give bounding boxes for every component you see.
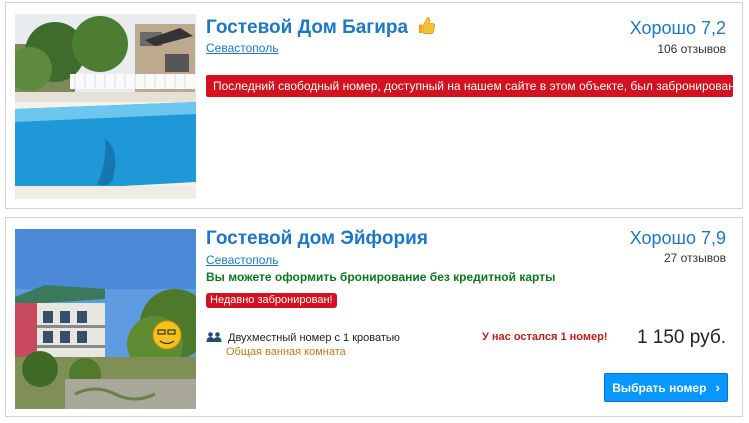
property-photo-pool[interactable]	[15, 14, 196, 199]
people-icon	[206, 329, 222, 347]
property-title[interactable]: Гостевой дом Эйфория	[206, 228, 428, 250]
price: 1 150 руб.	[636, 327, 726, 348]
property-card: Гостевой дом Эйфория Севастополь Хорошо …	[5, 217, 743, 417]
property-photo-house[interactable]	[15, 229, 196, 409]
thumbs-up-icon	[417, 16, 436, 41]
house-photo-image	[15, 229, 196, 409]
chevron-right-icon: ›	[715, 380, 720, 395]
no-credit-card-note: Вы можете оформить бронирование без кред…	[206, 270, 556, 284]
review-count: 27 отзывов	[663, 251, 726, 265]
rooms-left-warning: У нас остался 1 номер!	[482, 331, 608, 343]
pool-photo-image	[15, 14, 196, 199]
property-card: Гостевой Дом Багира Севастополь Хорошо 7…	[5, 2, 743, 209]
city-link[interactable]: Севастополь	[206, 41, 278, 55]
rating-score: Хорошо 7,2	[629, 18, 726, 38]
select-room-button-label: Выбрать номер	[612, 380, 707, 395]
property-title[interactable]: Гостевой Дом Багира	[206, 16, 436, 41]
room-name: Двухместный номер с 1 кроватью	[228, 332, 400, 344]
rating-score: Хорошо 7,9	[629, 228, 726, 248]
property-title-text[interactable]: Гостевой Дом Багира	[206, 17, 408, 38]
review-count: 106 отзывов	[657, 42, 726, 56]
room-bathroom-note: Общая ванная комната	[226, 346, 346, 358]
recently-booked-badge: Недавно забронирован!	[206, 293, 337, 308]
sold-out-alert: Последний свободный номер, доступный на …	[206, 75, 735, 97]
room-type: Двухместный номер с 1 кроватью	[206, 330, 400, 346]
city-link[interactable]: Севастополь	[206, 253, 278, 267]
select-room-button[interactable]: Выбрать номер ›	[604, 373, 728, 402]
